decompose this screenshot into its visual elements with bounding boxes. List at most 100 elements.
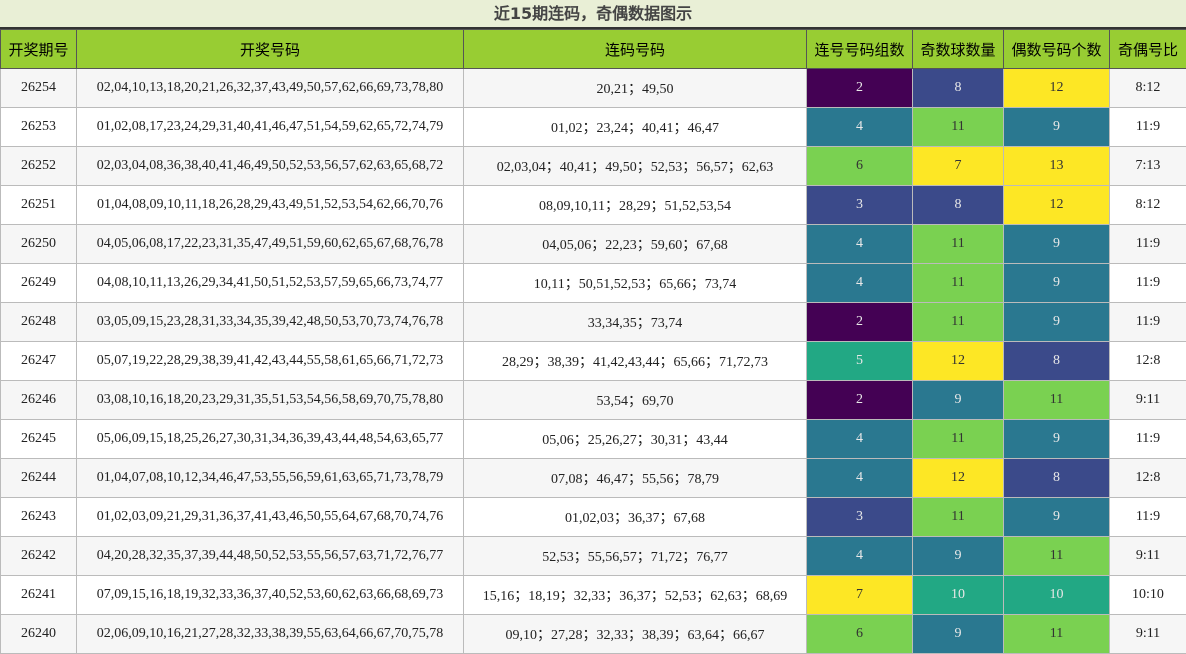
- cell-even-count: 12: [1004, 69, 1110, 108]
- cell-odd-count: 11: [913, 225, 1004, 264]
- table-row: 2625101,04,08,09,10,11,18,26,28,29,43,49…: [1, 186, 1186, 225]
- cell-numbers: 04,05,06,08,17,22,23,31,35,47,49,51,59,6…: [77, 225, 464, 264]
- cell-numbers: 03,08,10,16,18,20,23,29,31,35,51,53,54,5…: [77, 381, 464, 420]
- header-period: 开奖期号: [1, 30, 77, 69]
- cell-ratio: 12:8: [1110, 342, 1186, 381]
- cell-even-count: 8: [1004, 342, 1110, 381]
- table-row: 2624603,08,10,16,18,20,23,29,31,35,51,53…: [1, 381, 1186, 420]
- cell-groups: 4: [807, 108, 913, 147]
- cell-consecutive: 53,54；69,70: [464, 381, 807, 420]
- cell-numbers: 02,06,09,10,16,21,27,28,32,33,38,39,55,6…: [77, 615, 464, 654]
- cell-period: 26251: [1, 186, 77, 225]
- cell-groups: 4: [807, 459, 913, 498]
- cell-odd-count: 9: [913, 537, 1004, 576]
- cell-numbers: 07,09,15,16,18,19,32,33,36,37,40,52,53,6…: [77, 576, 464, 615]
- cell-period: 26243: [1, 498, 77, 537]
- cell-ratio: 8:12: [1110, 69, 1186, 108]
- cell-odd-count: 11: [913, 498, 1004, 537]
- table-row: 2624107,09,15,16,18,19,32,33,36,37,40,52…: [1, 576, 1186, 615]
- cell-ratio: 11:9: [1110, 420, 1186, 459]
- cell-groups: 4: [807, 225, 913, 264]
- cell-groups: 6: [807, 615, 913, 654]
- cell-numbers: 05,06,09,15,18,25,26,27,30,31,34,36,39,4…: [77, 420, 464, 459]
- cell-period: 26253: [1, 108, 77, 147]
- cell-even-count: 11: [1004, 615, 1110, 654]
- cell-consecutive: 01,02；23,24；40,41；46,47: [464, 108, 807, 147]
- table-row: 2624204,20,28,32,35,37,39,44,48,50,52,53…: [1, 537, 1186, 576]
- cell-ratio: 11:9: [1110, 108, 1186, 147]
- cell-odd-count: 7: [913, 147, 1004, 186]
- cell-consecutive: 07,08；46,47；55,56；78,79: [464, 459, 807, 498]
- cell-period: 26241: [1, 576, 77, 615]
- cell-even-count: 8: [1004, 459, 1110, 498]
- cell-odd-count: 9: [913, 615, 1004, 654]
- cell-numbers: 05,07,19,22,28,29,38,39,41,42,43,44,55,5…: [77, 342, 464, 381]
- table-row: 2624904,08,10,11,13,26,29,34,41,50,51,52…: [1, 264, 1186, 303]
- table-row: 2624002,06,09,10,16,21,27,28,32,33,38,39…: [1, 615, 1186, 654]
- cell-groups: 7: [807, 576, 913, 615]
- cell-even-count: 9: [1004, 420, 1110, 459]
- table-row: 2624505,06,09,15,18,25,26,27,30,31,34,36…: [1, 420, 1186, 459]
- cell-ratio: 11:9: [1110, 264, 1186, 303]
- cell-numbers: 04,20,28,32,35,37,39,44,48,50,52,53,55,5…: [77, 537, 464, 576]
- table-row: 2624301,02,03,09,21,29,31,36,37,41,43,46…: [1, 498, 1186, 537]
- cell-consecutive: 10,11；50,51,52,53；65,66；73,74: [464, 264, 807, 303]
- cell-consecutive: 05,06；25,26,27；30,31；43,44: [464, 420, 807, 459]
- cell-consecutive: 01,02,03；36,37；67,68: [464, 498, 807, 537]
- header-row: 开奖期号 开奖号码 连码号码 连号号码组数 奇数球数量 偶数号码个数 奇偶号比: [1, 30, 1186, 69]
- header-ratio: 奇偶号比: [1110, 30, 1186, 69]
- table-row: 2624803,05,09,15,23,28,31,33,34,35,39,42…: [1, 303, 1186, 342]
- cell-odd-count: 11: [913, 264, 1004, 303]
- cell-numbers: 02,03,04,08,36,38,40,41,46,49,50,52,53,5…: [77, 147, 464, 186]
- cell-period: 26247: [1, 342, 77, 381]
- page-title: 近15期连码，奇偶数据图示: [0, 0, 1186, 29]
- cell-ratio: 8:12: [1110, 186, 1186, 225]
- table-body: 2625402,04,10,13,18,20,21,26,32,37,43,49…: [1, 69, 1186, 654]
- cell-groups: 4: [807, 264, 913, 303]
- header-groups: 连号号码组数: [807, 30, 913, 69]
- cell-numbers: 04,08,10,11,13,26,29,34,41,50,51,52,53,5…: [77, 264, 464, 303]
- cell-groups: 2: [807, 303, 913, 342]
- cell-odd-count: 12: [913, 459, 1004, 498]
- cell-even-count: 9: [1004, 264, 1110, 303]
- cell-even-count: 9: [1004, 225, 1110, 264]
- cell-even-count: 10: [1004, 576, 1110, 615]
- cell-ratio: 12:8: [1110, 459, 1186, 498]
- table-row: 2624401,04,07,08,10,12,34,46,47,53,55,56…: [1, 459, 1186, 498]
- cell-consecutive: 28,29；38,39；41,42,43,44；65,66；71,72,73: [464, 342, 807, 381]
- cell-even-count: 9: [1004, 108, 1110, 147]
- cell-period: 26252: [1, 147, 77, 186]
- cell-odd-count: 8: [913, 186, 1004, 225]
- cell-consecutive: 33,34,35；73,74: [464, 303, 807, 342]
- cell-period: 26254: [1, 69, 77, 108]
- table-row: 2625402,04,10,13,18,20,21,26,32,37,43,49…: [1, 69, 1186, 108]
- cell-even-count: 11: [1004, 381, 1110, 420]
- cell-groups: 4: [807, 420, 913, 459]
- header-even-count: 偶数号码个数: [1004, 30, 1110, 69]
- cell-consecutive: 15,16；18,19；32,33；36,37；52,53；62,63；68,6…: [464, 576, 807, 615]
- cell-numbers: 01,02,08,17,23,24,29,31,40,41,46,47,51,5…: [77, 108, 464, 147]
- cell-period: 26248: [1, 303, 77, 342]
- cell-period: 26246: [1, 381, 77, 420]
- cell-ratio: 11:9: [1110, 225, 1186, 264]
- cell-period: 26250: [1, 225, 77, 264]
- cell-numbers: 03,05,09,15,23,28,31,33,34,35,39,42,48,5…: [77, 303, 464, 342]
- header-consecutive: 连码号码: [464, 30, 807, 69]
- cell-numbers: 01,04,07,08,10,12,34,46,47,53,55,56,59,6…: [77, 459, 464, 498]
- cell-ratio: 11:9: [1110, 303, 1186, 342]
- cell-numbers: 02,04,10,13,18,20,21,26,32,37,43,49,50,5…: [77, 69, 464, 108]
- cell-groups: 2: [807, 69, 913, 108]
- cell-ratio: 7:13: [1110, 147, 1186, 186]
- cell-period: 26240: [1, 615, 77, 654]
- cell-odd-count: 8: [913, 69, 1004, 108]
- cell-even-count: 13: [1004, 147, 1110, 186]
- cell-period: 26245: [1, 420, 77, 459]
- cell-consecutive: 52,53；55,56,57；71,72；76,77: [464, 537, 807, 576]
- cell-odd-count: 9: [913, 381, 1004, 420]
- cell-consecutive: 02,03,04；40,41；49,50；52,53；56,57；62,63: [464, 147, 807, 186]
- cell-odd-count: 12: [913, 342, 1004, 381]
- cell-ratio: 9:11: [1110, 537, 1186, 576]
- cell-consecutive: 04,05,06；22,23；59,60；67,68: [464, 225, 807, 264]
- table-row: 2625004,05,06,08,17,22,23,31,35,47,49,51…: [1, 225, 1186, 264]
- cell-groups: 3: [807, 186, 913, 225]
